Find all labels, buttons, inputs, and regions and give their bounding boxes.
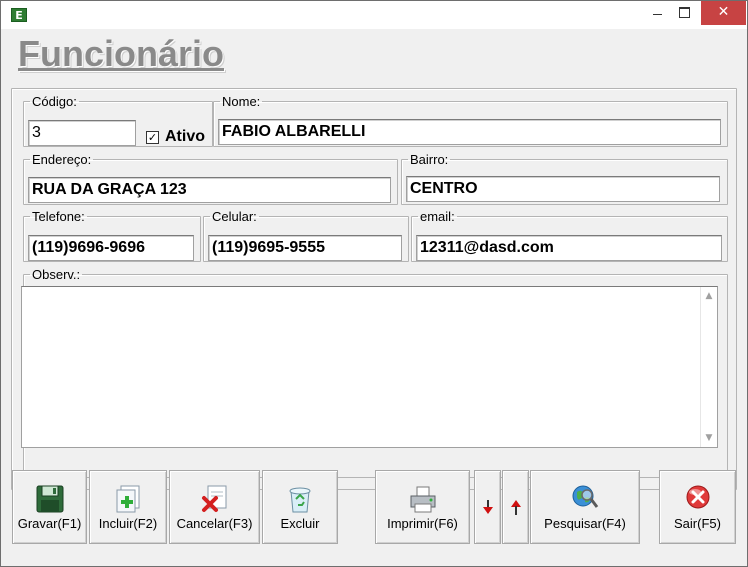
gravar-label: Gravar(F1) [17,516,82,531]
arrow-up-icon [511,500,521,515]
nome-field[interactable]: FABIO ALBARELLI [218,119,721,145]
new-document-plus-icon [112,483,144,515]
ativo-checkbox[interactable]: ✓ Ativo [146,128,205,146]
codigo-label: Código: [32,94,77,109]
email-field[interactable]: 12311@dasd.com [416,235,722,261]
email-label: email: [420,209,455,224]
page-title: Funcionário [18,33,224,74]
prev-record-button[interactable] [474,470,501,544]
observ-scrollbar[interactable]: ▲ ▼ [700,287,717,447]
minimize-button[interactable] [641,1,671,25]
scroll-down-icon[interactable]: ▼ [704,433,714,443]
observ-label: Observ.: [32,267,81,282]
scroll-up-icon[interactable]: ▲ [704,291,714,301]
bairro-label: Bairro: [410,152,449,167]
floppy-disk-icon [34,483,66,515]
app-window: E ✕ Funcionário Código: 3 ✓ Ativo Nome: … [0,0,748,567]
app-icon[interactable]: E [11,8,27,22]
document-cancel-icon [199,483,231,515]
pesquisar-button[interactable]: Pesquisar(F4) [530,470,640,544]
imprimir-button[interactable]: Imprimir(F6) [375,470,470,544]
telefone-field[interactable]: (119)9696-9696 [28,235,194,261]
celular-group: Celular: (119)9695-9555 [203,210,409,262]
nome-group: Nome: FABIO ALBARELLI [213,95,728,147]
arrow-down-icon [483,500,493,514]
celular-label: Celular: [212,209,257,224]
bairro-group: Bairro: CENTRO [401,153,728,205]
close-button[interactable]: ✕ [701,1,746,25]
codigo-field[interactable]: 3 [28,120,136,146]
celular-field[interactable]: (119)9695-9555 [208,235,402,261]
sair-button[interactable]: Sair(F5) [659,470,736,544]
printer-icon [407,483,439,515]
cancelar-button[interactable]: Cancelar(F3) [169,470,260,544]
telefone-label: Telefone: [32,209,85,224]
excluir-button[interactable]: Excluir [262,470,338,544]
pesquisar-label: Pesquisar(F4) [544,516,626,531]
next-record-button[interactable] [502,470,529,544]
telefone-group: Telefone: (119)9696-9696 [23,210,201,262]
maximize-button[interactable] [669,1,699,25]
email-group: email: 12311@dasd.com [411,210,728,262]
globe-search-icon [569,483,601,515]
exit-x-icon [682,483,714,515]
form-client-area: Funcionário Código: 3 ✓ Ativo Nome: FABI… [8,30,741,562]
excluir-label: Excluir [280,516,320,531]
ativo-label: Ativo [165,128,205,145]
endereco-group: Endereço: RUA DA GRAÇA 123 [23,153,398,205]
sair-label: Sair(F5) [674,516,721,531]
cancelar-label: Cancelar(F3) [176,516,253,531]
bairro-field[interactable]: CENTRO [406,176,720,202]
observ-text [22,287,717,293]
imprimir-label: Imprimir(F6) [387,516,458,531]
nome-label: Nome: [222,94,261,109]
endereco-field[interactable]: RUA DA GRAÇA 123 [28,177,391,203]
codigo-group: Código: 3 ✓ Ativo [23,95,213,147]
gravar-button[interactable]: Gravar(F1) [12,470,87,544]
title-bar[interactable]: E ✕ [1,1,747,29]
incluir-button[interactable]: Incluir(F2) [89,470,167,544]
ativo-check-icon[interactable]: ✓ [146,130,159,144]
endereco-label: Endereço: [32,152,92,167]
observ-textarea[interactable]: ▲ ▼ [21,286,718,448]
recycle-bin-icon [284,483,316,515]
incluir-label: Incluir(F2) [98,516,158,531]
